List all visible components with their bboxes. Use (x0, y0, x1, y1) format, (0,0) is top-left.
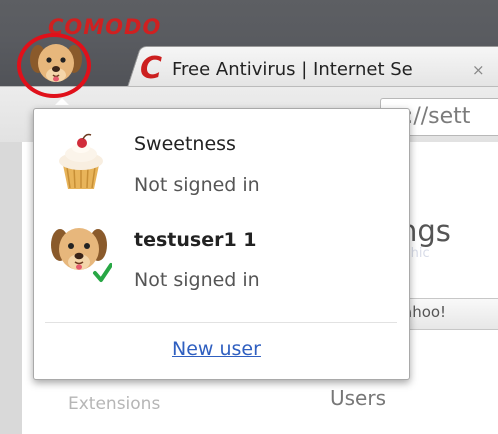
tab-title: Free Antivirus | Internet Se (172, 58, 413, 80)
profile-name-sweetness[interactable]: Sweetness (134, 133, 236, 155)
check-icon (93, 263, 112, 282)
nav-item-extensions[interactable]: Extensions (68, 394, 160, 414)
profile-name-testuser[interactable]: testuser1 1 (134, 229, 257, 251)
tab-content: C Free Antivirus | Internet Se (140, 54, 413, 84)
comodo-logo-icon: C (140, 51, 163, 86)
tab-close-icon[interactable]: × (472, 61, 485, 79)
profile-status-sweetness: Not signed in (134, 174, 260, 196)
dog-avatar-icon-selected[interactable] (50, 221, 112, 287)
page-left-edge (0, 142, 22, 434)
profile-avatar-button[interactable] (17, 33, 91, 98)
menu-divider (45, 322, 397, 323)
new-user-link[interactable]: New user (172, 338, 261, 360)
users-section-title: Users (330, 386, 387, 410)
cupcake-icon[interactable] (53, 133, 109, 193)
profile-status-testuser: Not signed in (134, 269, 260, 291)
menu-pointer (55, 98, 69, 105)
